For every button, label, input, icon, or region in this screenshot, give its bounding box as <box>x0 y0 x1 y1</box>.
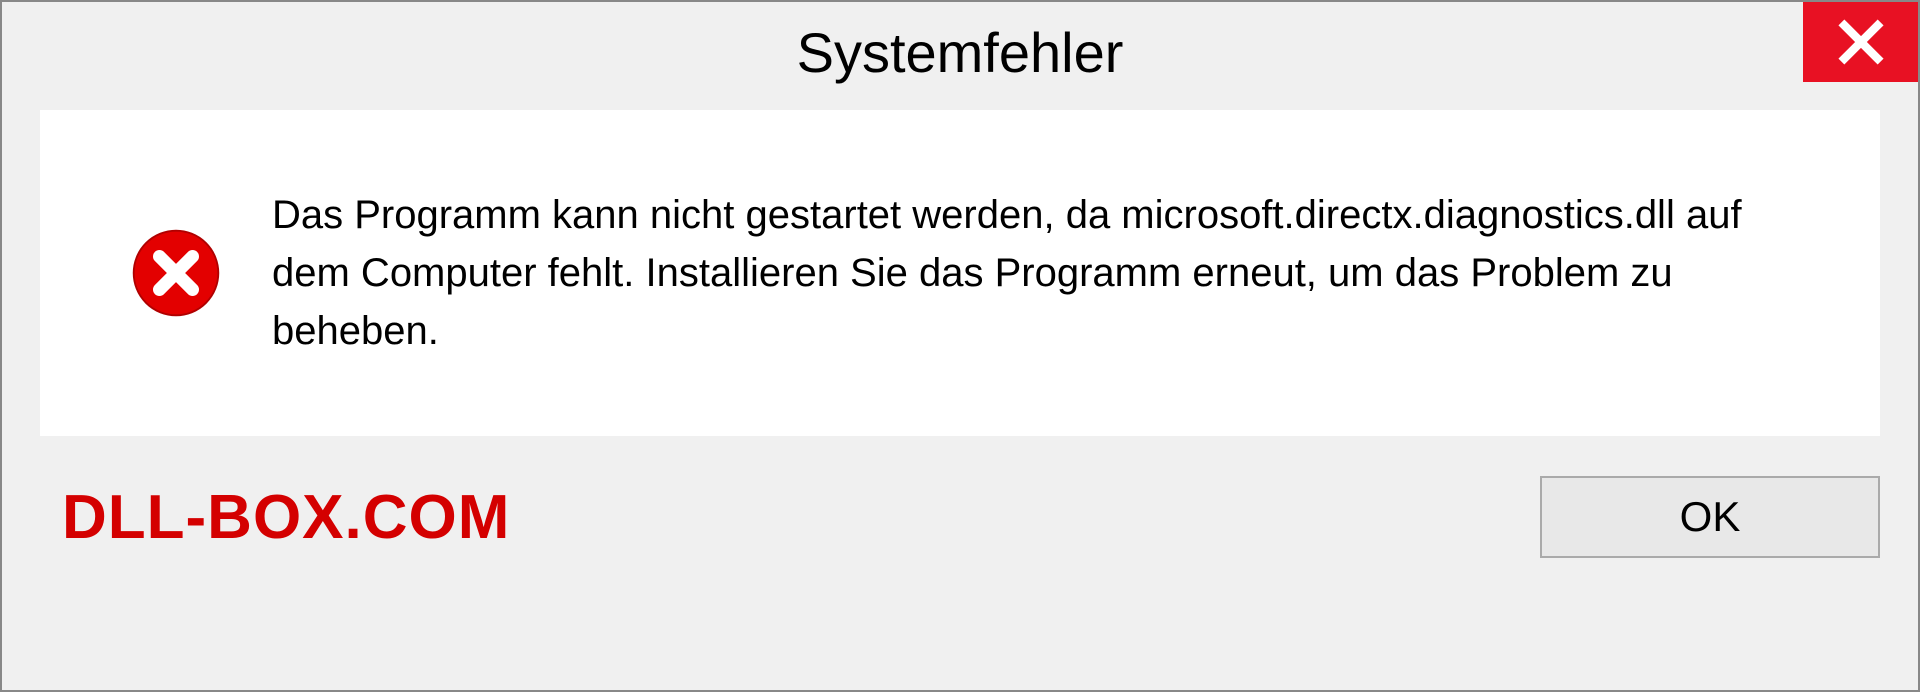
title-bar: Systemfehler <box>2 2 1918 92</box>
dialog-content: Das Programm kann nicht gestartet werden… <box>40 110 1880 436</box>
ok-button[interactable]: OK <box>1540 476 1880 558</box>
close-icon <box>1836 17 1886 67</box>
watermark-text: DLL-BOX.COM <box>62 482 510 553</box>
error-icon <box>130 227 222 319</box>
dialog-footer: DLL-BOX.COM OK <box>2 436 1918 558</box>
close-button[interactable] <box>1803 2 1918 82</box>
dialog-title: Systemfehler <box>2 20 1918 85</box>
dialog-message: Das Programm kann nicht gestartet werden… <box>272 186 1820 360</box>
